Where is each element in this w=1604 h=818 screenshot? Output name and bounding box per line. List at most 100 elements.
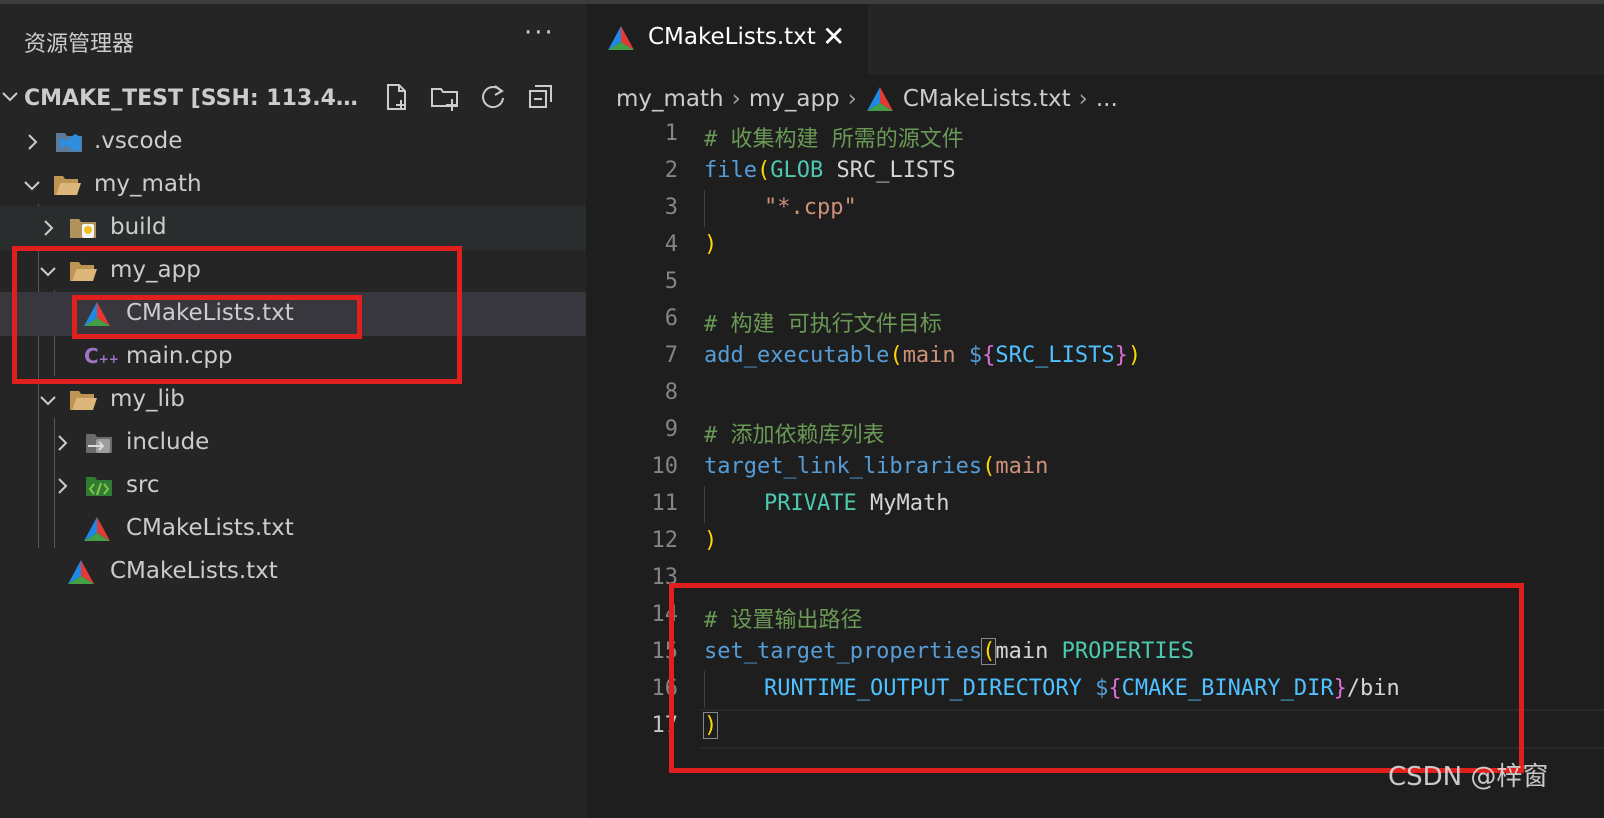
tree-item-cmakelists-my-math[interactable]: CMakeLists.txt <box>0 550 586 594</box>
paren: ) <box>704 232 718 257</box>
line-number: 1 <box>664 121 678 146</box>
new-file-icon[interactable] <box>380 80 414 114</box>
line-number: 13 <box>651 565 679 590</box>
code-line: 9 # 添加依赖库列表 <box>586 412 1604 449</box>
code-line: 17) <box>586 708 1604 745</box>
chevron-right-icon <box>58 435 68 451</box>
watermark: CSDN @梓窗 <box>1388 762 1549 792</box>
explorer-actions <box>380 80 558 114</box>
tree-item-label: .vscode <box>94 128 183 154</box>
code-line: 2 file(GLOB SRC_LISTS <box>586 153 1604 190</box>
paren: ) <box>1127 343 1142 368</box>
code-line: 4) <box>586 227 1604 264</box>
line-content: # 构建 可执行文件目标 <box>704 306 942 338</box>
keyword: GLOB <box>770 158 824 183</box>
brace: { <box>982 343 996 368</box>
tree-item-vscode[interactable]: .vscode <box>0 120 586 164</box>
collapse-all-icon[interactable] <box>524 80 558 114</box>
tree-item-main-cpp[interactable]: C++ main.cpp <box>0 335 586 379</box>
src-folder-icon <box>86 477 112 496</box>
breadcrumb: my_math › my_app › CMakeLists.txt › ... <box>616 81 1118 117</box>
line-number: 14 <box>651 602 679 627</box>
variable-sigil: $ <box>968 343 983 368</box>
tree-item-label: src <box>126 472 160 498</box>
cpp-icon: C++ <box>84 344 119 368</box>
line-content: ) <box>702 712 719 739</box>
identifier: main <box>995 639 1062 664</box>
workspace-root[interactable]: CMAKE_TEST [SSH: 113.44.10.1... <box>0 76 586 120</box>
chevron-right-icon <box>44 220 54 236</box>
code-line: 8 <box>586 375 1604 412</box>
line-number: 2 <box>664 158 678 183</box>
chevron-down-icon <box>40 396 56 406</box>
command-name: file <box>704 158 757 183</box>
tree-item-my-math[interactable]: my_math <box>0 163 586 207</box>
tree-item-label: my_app <box>110 257 201 283</box>
editor-area: CMakeLists.txt ✕ my_math › my_app › CMak… <box>586 4 1604 818</box>
tree-item-cmakelists-my-app[interactable]: CMakeLists.txt <box>0 292 586 336</box>
paren: ( <box>756 158 771 183</box>
comment: # 收集构建 所需的源文件 <box>704 127 964 152</box>
property-name: RUNTIME_OUTPUT_DIRECTORY <box>764 676 1082 701</box>
line-number: 10 <box>651 454 679 479</box>
comment: # 设置输出路径 <box>704 608 863 633</box>
line-number: 7 <box>664 343 678 368</box>
line-content: add_executable(main ${SRC_LISTS}) <box>704 343 1141 368</box>
variable-name: CMAKE_BINARY_DIR <box>1121 676 1334 701</box>
tab-label: CMakeLists.txt <box>648 24 816 50</box>
explorer-sidebar: 资源管理器 ··· CMAKE_TEST [SSH: 113.44.10.1..… <box>0 4 586 818</box>
keyword: PRIVATE <box>764 491 857 516</box>
line-number: 11 <box>651 491 679 516</box>
tree-item-label: my_math <box>94 171 202 197</box>
line-content: "*.cpp" <box>764 195 857 220</box>
tree-item-my-app[interactable]: my_app <box>0 249 586 293</box>
code-line: 6 # 构建 可执行文件目标 <box>586 301 1604 338</box>
more-actions-icon[interactable]: ··· <box>524 18 555 48</box>
identifier: SRC_LISTS <box>823 158 956 183</box>
tab-bar: CMakeLists.txt ✕ <box>586 4 1604 74</box>
line-content: # 收集构建 所需的源文件 <box>704 121 964 153</box>
code-line: 13 <box>586 560 1604 597</box>
paren-match: ( <box>981 638 997 665</box>
tree-item-build[interactable]: build <box>0 206 586 250</box>
tree-item-src[interactable]: src <box>0 464 586 508</box>
brace: } <box>1114 343 1128 368</box>
code-line: 1 # 收集构建 所需的源文件 <box>586 116 1604 153</box>
line-number: 3 <box>664 195 678 220</box>
new-folder-icon[interactable] <box>428 80 462 114</box>
breadcrumb-item[interactable]: ... <box>1096 86 1118 112</box>
cmake-icon <box>84 517 110 541</box>
line-content: # 添加依赖库列表 <box>704 417 885 449</box>
build-folder-icon <box>70 219 96 238</box>
code-line: 12) <box>586 523 1604 560</box>
breadcrumb-item[interactable]: my_math <box>616 86 724 112</box>
breadcrumb-item[interactable]: my_app <box>749 86 840 112</box>
code-line: 5 <box>586 264 1604 301</box>
explorer-title: 资源管理器 <box>24 32 135 57</box>
code-line: 11 PRIVATE MyMath <box>586 486 1604 523</box>
tree-item-my-lib[interactable]: my_lib <box>0 378 586 422</box>
cmake-icon <box>68 560 94 584</box>
line-content: ) <box>704 528 717 553</box>
code-line: 15 set_target_properties(main PROPERTIES <box>586 634 1604 671</box>
line-content: target_link_libraries(main <box>704 454 1048 479</box>
line-number: 6 <box>664 306 678 331</box>
keyword: PROPERTIES <box>1061 639 1195 664</box>
code-line: 3 "*.cpp" <box>586 190 1604 227</box>
workspace-root-label: CMAKE_TEST [SSH: 113.44.10.1... <box>24 86 369 111</box>
line-content: # 设置输出路径 <box>704 602 863 634</box>
tree-item-include[interactable]: include <box>0 421 586 465</box>
variable-sigil: $ <box>1081 676 1109 701</box>
tab-cmakelists[interactable]: CMakeLists.txt ✕ <box>586 4 868 74</box>
close-icon[interactable]: ✕ <box>822 20 845 53</box>
folder-open-icon <box>54 176 81 195</box>
folder-open-icon <box>70 262 97 281</box>
breadcrumb-item[interactable]: CMakeLists.txt <box>903 86 1071 112</box>
tree-item-cmakelists-my-lib[interactable]: CMakeLists.txt <box>0 507 586 551</box>
paren: ) <box>704 528 718 553</box>
code-line: 16 RUNTIME_OUTPUT_DIRECTORY ${CMAKE_BINAR… <box>586 671 1604 708</box>
command-name: target_link_libraries <box>704 454 983 479</box>
refresh-icon[interactable] <box>476 80 510 114</box>
argument: main <box>995 454 1049 479</box>
chevron-down-icon <box>24 181 40 191</box>
